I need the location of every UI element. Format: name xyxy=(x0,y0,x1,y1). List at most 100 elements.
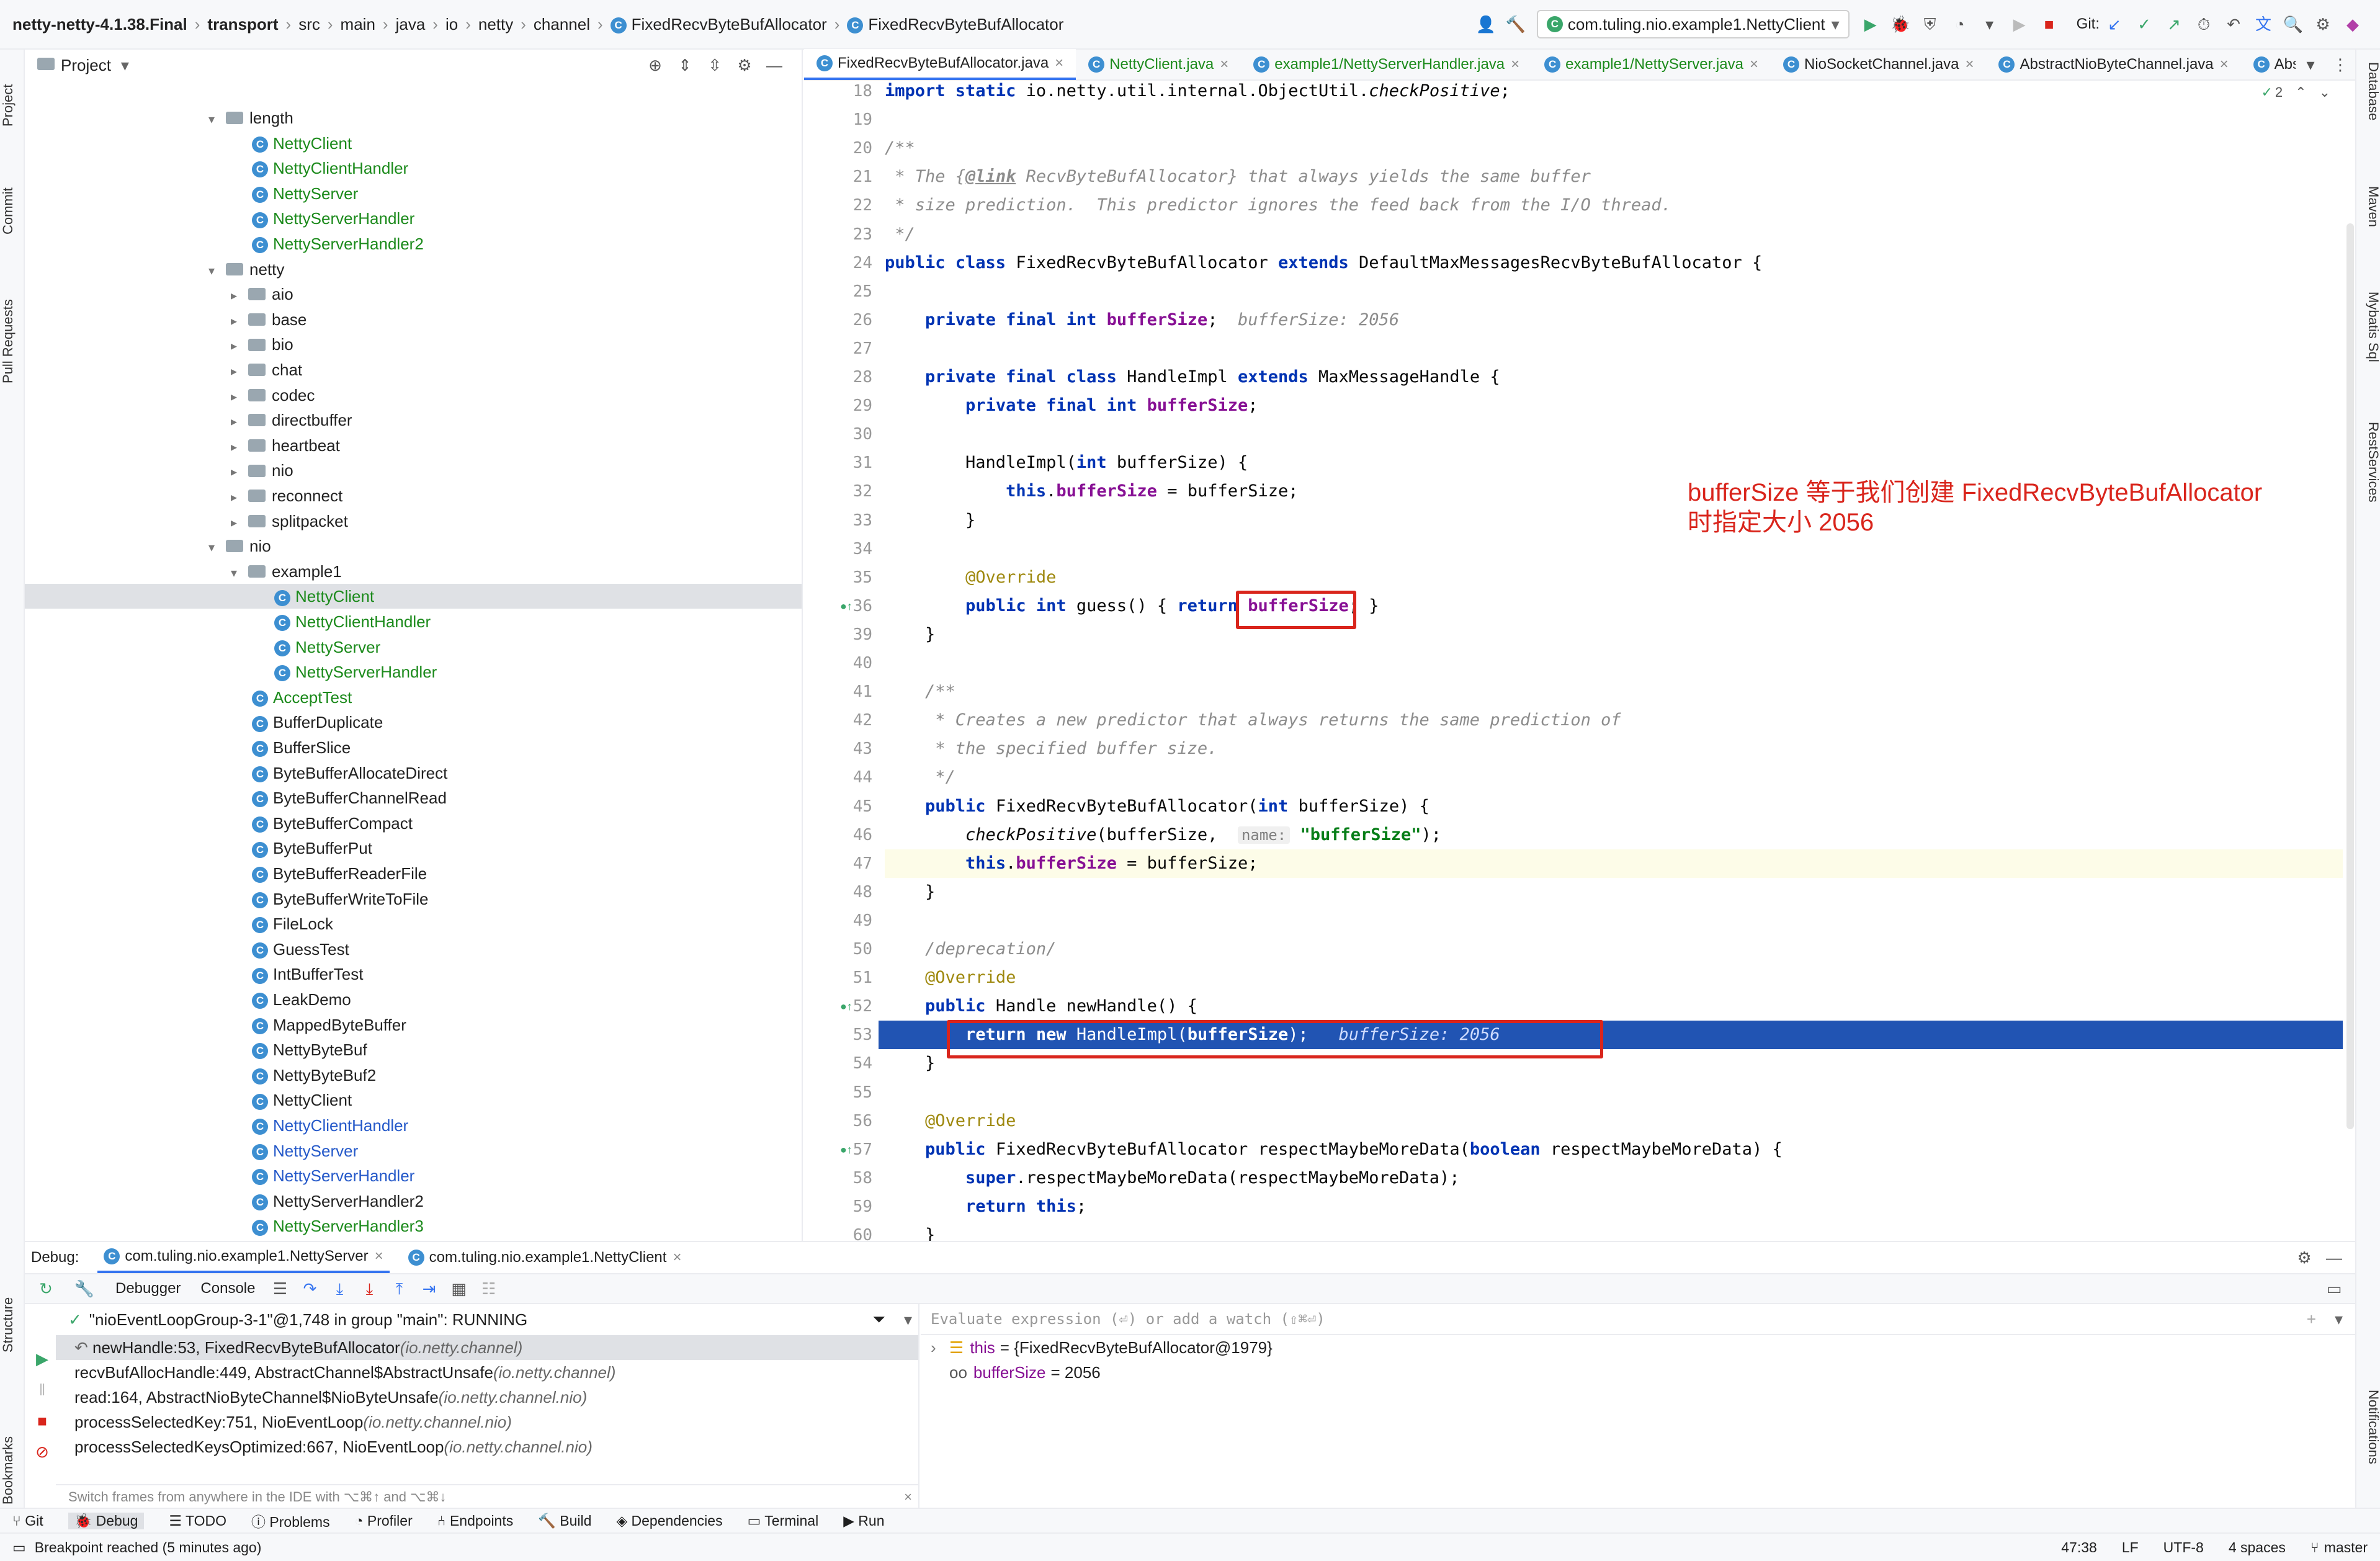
expand-arrow-icon[interactable]: ▸ xyxy=(231,511,248,535)
status-panel-icon[interactable]: ▭ xyxy=(12,1539,26,1556)
menu-icon[interactable]: ☰ xyxy=(269,1277,291,1300)
editor-tab[interactable]: C FixedRecvByteBufAllocator.java × xyxy=(804,49,1076,80)
code-line[interactable] xyxy=(885,105,2343,134)
code-line[interactable]: * size prediction. This predictor ignore… xyxy=(885,191,2343,220)
code-line[interactable]: @Override xyxy=(885,563,2343,592)
tree-folder[interactable]: ▸ chat xyxy=(25,357,802,382)
code-line[interactable]: } xyxy=(885,1221,2343,1241)
step-over-icon[interactable]: ↷ xyxy=(298,1277,321,1300)
tree-class-item[interactable]: C NettyClientHandler xyxy=(25,1113,802,1138)
expand-arrow-icon[interactable]: ▾ xyxy=(231,561,248,586)
toolwindow-git[interactable]: ⑂ Git xyxy=(12,1513,43,1529)
code-line[interactable]: this.bufferSize = bufferSize; xyxy=(885,849,2343,878)
close-icon[interactable]: × xyxy=(375,1248,383,1265)
code-line[interactable]: @Override xyxy=(885,1107,2343,1135)
tree-class-item[interactable]: C NettyServerHandler xyxy=(25,206,802,231)
mybatis-sql-tool-tab[interactable]: Mybatis Sql xyxy=(2356,292,2380,409)
code-line[interactable] xyxy=(885,420,2343,449)
step-out-icon[interactable]: ⤒ xyxy=(388,1277,410,1300)
tabs-chevron-down-icon[interactable]: ▾ xyxy=(2299,53,2322,76)
more-run-icon[interactable]: ▾ xyxy=(1979,13,2001,35)
tree-folder[interactable]: ▸ bio xyxy=(25,332,802,357)
code-line[interactable]: * Creates a new predictor that always re… xyxy=(885,706,2343,735)
toolwindow-problems[interactable]: ⓘ Problems xyxy=(251,1510,330,1531)
tree-class-item[interactable]: C NettyServerHandler2 xyxy=(25,1189,802,1214)
tree-folder[interactable]: ▸ nio xyxy=(25,458,802,483)
git-branch[interactable]: master xyxy=(2324,1539,2368,1556)
variable-row-this[interactable]: › ☰ this = {FixedRecvByteBufAllocator@19… xyxy=(921,1335,2355,1360)
evaluate-icon[interactable]: ▦ xyxy=(447,1277,470,1300)
chevron-up-icon[interactable]: ⌃ xyxy=(2295,84,2306,101)
code-line[interactable]: /deprecation/ xyxy=(885,935,2343,964)
expand-arrow-icon[interactable]: ▾ xyxy=(208,107,226,132)
tree-class-item[interactable]: C NettyServer xyxy=(25,1138,802,1163)
inspection-widget[interactable]: ✓ 2 ⌃ ⌄ xyxy=(2261,84,2330,101)
line-separator[interactable]: LF xyxy=(2122,1539,2139,1556)
code-line[interactable]: public int guess() { return bufferSize; … xyxy=(885,592,2343,620)
tree-class-item[interactable]: C IntBufferTest xyxy=(25,962,802,986)
tree-class-item[interactable]: C MappedByteBuffer xyxy=(25,1013,802,1037)
tree-class-item[interactable]: C ByteBufferCompact xyxy=(25,811,802,836)
code-line[interactable]: private final int bufferSize; xyxy=(885,391,2343,420)
close-icon[interactable]: × xyxy=(1055,49,1063,79)
breadcrumb-item[interactable]: java xyxy=(396,15,426,34)
file-encoding[interactable]: UTF-8 xyxy=(2163,1539,2204,1556)
tree-class-item[interactable]: C NettyClientHandler xyxy=(25,156,802,181)
code-line[interactable]: /** xyxy=(885,134,2343,163)
hide-icon[interactable]: — xyxy=(2323,1246,2345,1269)
thread-selector[interactable]: ✓ "nioEventLoopGroup-3-1"@1,748 in group… xyxy=(56,1304,918,1335)
toolwindow-run[interactable]: ▶ Run xyxy=(843,1513,884,1529)
code-line[interactable]: return this; xyxy=(885,1192,2343,1221)
toolwindow-terminal[interactable]: ▭ Terminal xyxy=(748,1513,819,1529)
close-icon[interactable]: × xyxy=(904,1489,912,1505)
code-line[interactable]: } xyxy=(885,878,2343,906)
expand-arrow-icon[interactable]: ▾ xyxy=(208,535,226,560)
editor-tab[interactable]: C NettyClient.java × xyxy=(1076,49,1241,80)
step-into-icon[interactable]: ⤓ xyxy=(328,1277,351,1300)
rerun-icon[interactable]: ↻ xyxy=(35,1277,57,1300)
chevron-down-icon[interactable]: ⌄ xyxy=(2319,84,2330,101)
rollback-icon[interactable]: ↶ xyxy=(2222,13,2245,35)
tree-class-item[interactable]: C NettyServer xyxy=(25,181,802,206)
chevron-down-icon[interactable]: ▾ xyxy=(2335,1310,2343,1329)
expand-arrow-icon[interactable]: ▸ xyxy=(231,385,248,409)
run-config-selector[interactable]: C com.tuling.nio.example1.NettyClient ▾ xyxy=(1536,10,1850,38)
code-line[interactable]: public Handle newHandle() { xyxy=(885,992,2343,1021)
code-line[interactable]: public class FixedRecvByteBufAllocator e… xyxy=(885,249,2343,277)
layout-icon[interactable]: ▭ xyxy=(2323,1277,2345,1300)
translate-icon[interactable]: 文 xyxy=(2252,13,2275,35)
code-line[interactable] xyxy=(885,906,2343,935)
close-icon[interactable]: × xyxy=(2220,49,2229,80)
pull-requests-tool-tab[interactable]: Pull Requests xyxy=(0,273,25,409)
code-line[interactable]: * the specified buffer size. xyxy=(885,735,2343,763)
tree-folder[interactable]: ▸ base xyxy=(25,307,802,332)
indent-setting[interactable]: 4 spaces xyxy=(2229,1539,2286,1556)
close-icon[interactable]: × xyxy=(1965,49,1974,80)
tree-class-item[interactable]: C AcceptTest xyxy=(25,685,802,710)
code-line[interactable]: @Override xyxy=(885,964,2343,992)
stop-icon[interactable]: ■ xyxy=(2038,13,2060,35)
expand-arrow-icon[interactable]: ▸ xyxy=(231,359,248,384)
tree-class-item[interactable]: C NettyServerHandler xyxy=(25,1163,802,1188)
variable-row-buffersize[interactable]: oo bufferSize = 2056 xyxy=(921,1360,2355,1385)
tree-class-item[interactable]: C BufferDuplicate xyxy=(25,710,802,735)
notifications-tool-tab[interactable]: Notifications xyxy=(2356,1390,2380,1520)
code-line[interactable] xyxy=(885,649,2343,678)
code-line[interactable] xyxy=(885,535,2343,563)
code-area[interactable]: import static io.netty.util.internal.Obj… xyxy=(804,81,2343,1241)
editor-tab[interactable]: Cexample1/NettyServerHandler.java × xyxy=(1241,49,1532,80)
code-line[interactable]: super.respectMaybeMoreData(respectMaybeM… xyxy=(885,1164,2343,1192)
tree-class-item[interactable]: C NettyServerHandler2 xyxy=(25,231,802,256)
expand-arrow-icon[interactable]: ▸ xyxy=(231,435,248,460)
close-icon[interactable]: × xyxy=(673,1249,681,1266)
editor-tab[interactable]: C AbstractNioByteChannel.java × xyxy=(1986,49,2240,80)
tree-class-item[interactable]: C ByteBufferAllocateDirect xyxy=(25,761,802,785)
tree-class-item[interactable]: C ByteBufferChannelRead xyxy=(25,785,802,810)
build-hammer-icon[interactable]: 🔨 xyxy=(1505,13,1527,35)
expand-arrow-icon[interactable]: ▸ xyxy=(231,334,248,359)
tree-class-item[interactable]: C NettyServerHandler xyxy=(25,660,802,684)
code-line[interactable]: */ xyxy=(885,220,2343,249)
toolwindow-profiler[interactable]: ◔ Profiler xyxy=(355,1513,413,1529)
close-icon[interactable]: × xyxy=(1511,49,1519,80)
expand-arrow-icon[interactable]: ▸ xyxy=(231,409,248,434)
